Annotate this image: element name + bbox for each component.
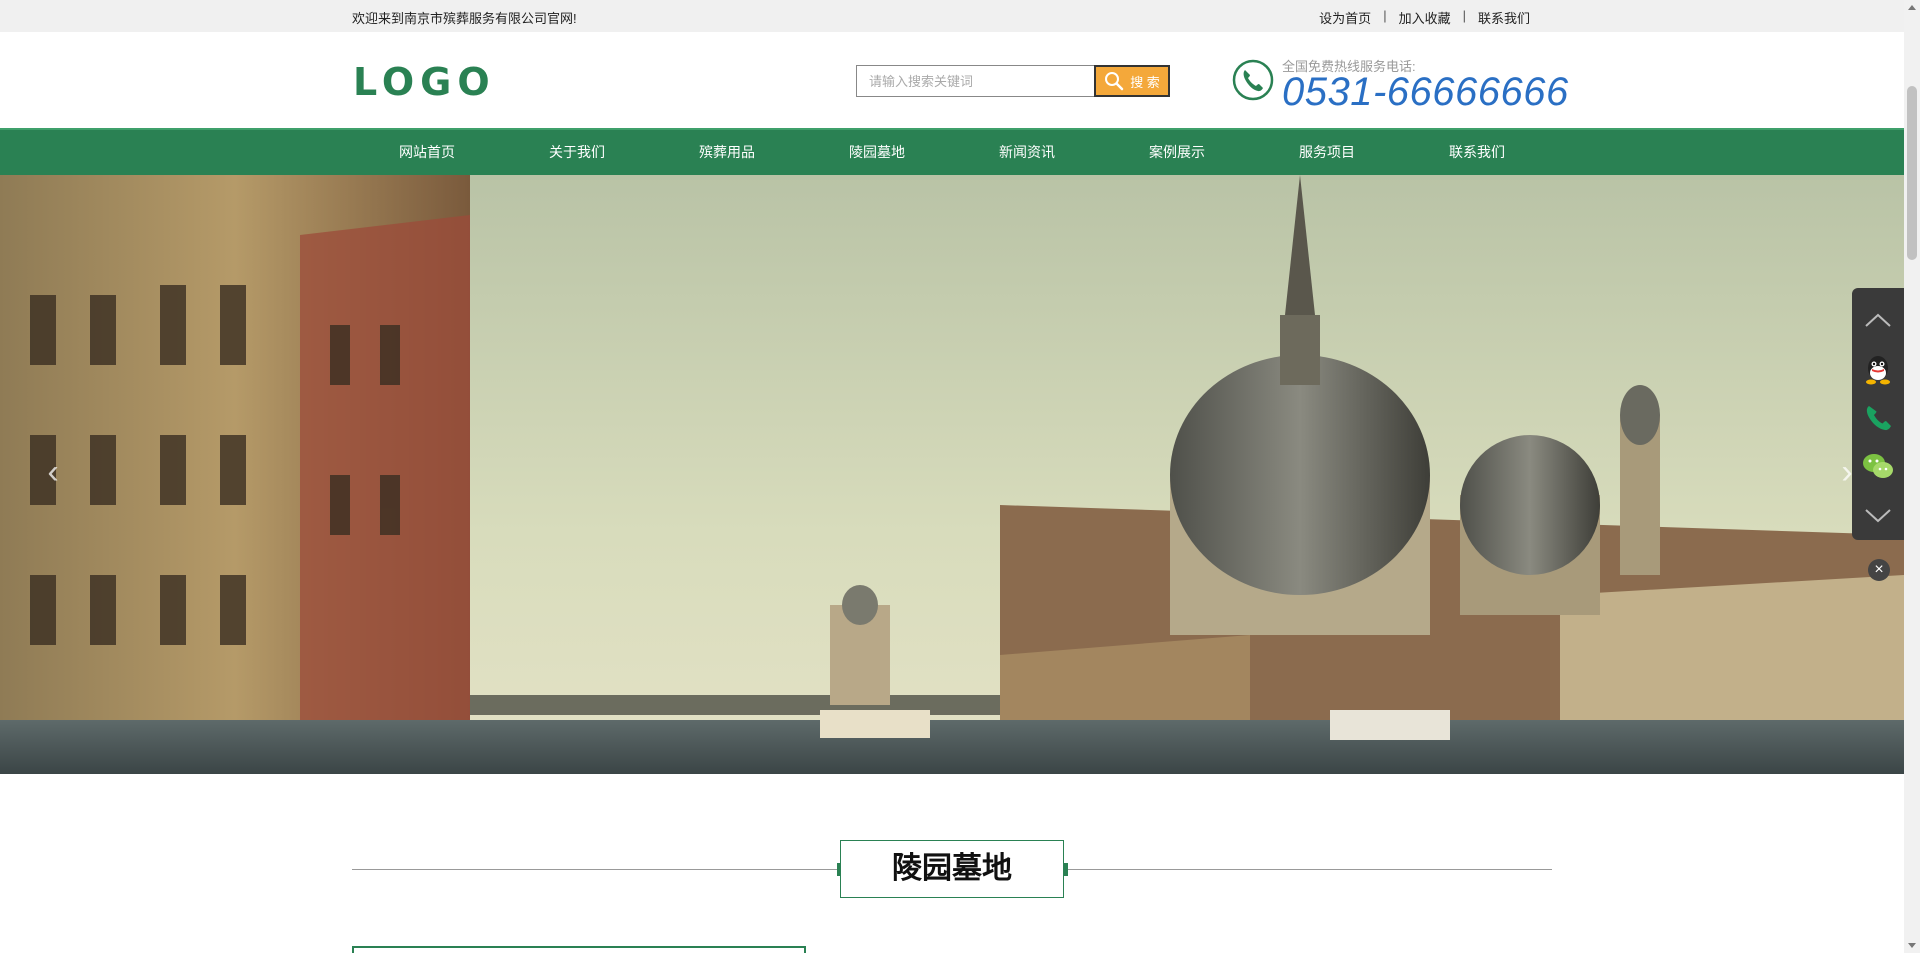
product-card[interactable] [352,946,806,953]
search-button[interactable]: 搜 索 [1094,65,1170,97]
scroll-down-arrow-icon[interactable] [1908,943,1916,948]
nav-item-funeral-supplies[interactable]: 殡葬用品 [652,130,802,175]
close-toolbar-button[interactable]: × [1868,559,1890,581]
banner-prev-button[interactable]: ‹ [38,450,68,494]
qq-icon [1866,356,1890,385]
search-bar: 搜 索 [856,65,1170,97]
main-nav: 网站首页 关于我们 殡葬用品 陵园墓地 新闻资讯 案例展示 服务项目 联系我们 [0,128,1904,175]
nav-item-contact[interactable]: 联系我们 [1402,130,1552,175]
add-favorite-link[interactable]: 加入收藏 [1387,8,1463,27]
set-homepage-link[interactable]: 设为首页 [1307,8,1383,27]
section-heading: 陵园墓地 [840,840,1064,898]
nav-item-home[interactable]: 网站首页 [352,130,502,175]
floating-toolbar [1852,288,1904,540]
chevron-down-icon [1865,509,1891,523]
phone-icon [1866,406,1891,431]
banner-slider[interactable]: ‹ › [0,175,1904,774]
scrollbar-thumb[interactable] [1907,86,1917,260]
hotline-number: 0531-66666666 [1282,70,1569,114]
section-title: 陵园墓地 [352,838,1552,900]
search-button-label: 搜 索 [1130,74,1160,90]
wechat-button[interactable] [1852,442,1904,490]
search-icon [1105,72,1124,91]
qq-button[interactable] [1852,346,1904,394]
welcome-text: 欢迎来到南京市殡葬服务有限公司官网! [352,11,577,26]
phone-icon [1232,59,1274,101]
top-bar: 欢迎来到南京市殡葬服务有限公司官网! 设为首页 | 加入收藏 | 联系我们 [0,0,1904,32]
nav-item-about[interactable]: 关于我们 [502,130,652,175]
scroll-up-arrow-icon[interactable] [1908,5,1916,10]
nav-item-cases[interactable]: 案例展示 [1102,130,1252,175]
page-scrollbar[interactable] [1904,0,1920,953]
hotline: 全国免费热线服务电话: 0531-66666666 [1232,54,1568,114]
wechat-icon [1863,454,1893,478]
scroll-bottom-button[interactable] [1852,492,1904,540]
logo[interactable]: LOGO [353,60,496,104]
page: 欢迎来到南京市殡葬服务有限公司官网! 设为首页 | 加入收藏 | 联系我们 LO… [0,0,1920,953]
nav-item-cemetery[interactable]: 陵园墓地 [802,130,952,175]
chevron-up-icon [1865,313,1891,327]
search-input[interactable] [856,65,1094,97]
banner-image [0,175,1904,774]
nav-item-news[interactable]: 新闻资讯 [952,130,1102,175]
nav-item-services[interactable]: 服务项目 [1252,130,1402,175]
phone-button[interactable] [1852,394,1904,442]
scroll-top-button[interactable] [1852,296,1904,344]
top-links: 设为首页 | 加入收藏 | 联系我们 [1307,8,1542,27]
header: LOGO 搜 索 全国免费热线服务电话: 0531-66666666 [0,32,1904,128]
contact-us-link[interactable]: 联系我们 [1466,8,1542,27]
